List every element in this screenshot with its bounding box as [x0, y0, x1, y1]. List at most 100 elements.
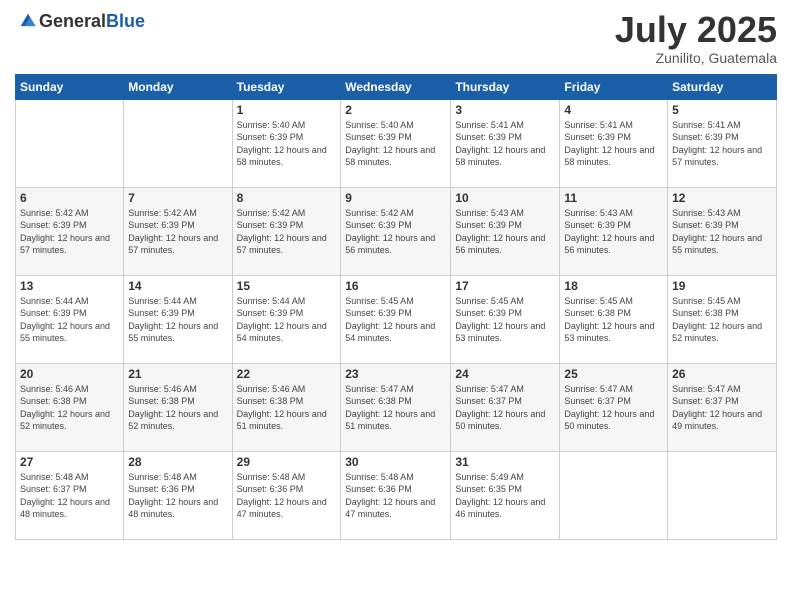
sunset-text: Sunset: 6:36 PM: [237, 483, 337, 496]
sunset-text: Sunset: 6:39 PM: [672, 219, 772, 232]
day-number: 23: [345, 367, 446, 381]
calendar-cell-w1-d5: 3 Sunrise: 5:41 AMSunset: 6:39 PMDaylight…: [451, 99, 560, 187]
sunrise-text: Sunrise: 5:45 AM: [455, 295, 555, 308]
day-info: Sunrise: 5:44 AMSunset: 6:39 PMDaylight:…: [237, 295, 337, 345]
calendar-cell-w3-d2: 14Sunrise: 5:44 AMSunset: 6:39 PMDayligh…: [124, 275, 232, 363]
sunset-text: Sunset: 6:39 PM: [455, 131, 555, 144]
day-info: Sunrise: 5:46 AMSunset: 6:38 PMDaylight:…: [20, 383, 119, 433]
day-info: Sunrise: 5:45 AMSunset: 6:38 PMDaylight:…: [672, 295, 772, 345]
daylight-text: Daylight: 12 hours and 58 minutes.: [345, 144, 446, 169]
sunrise-text: Sunrise: 5:46 AM: [128, 383, 227, 396]
col-monday: Monday: [124, 74, 232, 99]
day-number: 4: [564, 103, 663, 117]
day-number: 10: [455, 191, 555, 205]
calendar-cell-w5-d2: 28Sunrise: 5:48 AMSunset: 6:36 PMDayligh…: [124, 451, 232, 539]
calendar-cell-w2-d2: 7 Sunrise: 5:42 AMSunset: 6:39 PMDaylight…: [124, 187, 232, 275]
header: GeneralBlue July 2025 Zunilito, Guatemal…: [15, 10, 777, 66]
sunrise-text: Sunrise: 5:44 AM: [237, 295, 337, 308]
day-info: Sunrise: 5:43 AMSunset: 6:39 PMDaylight:…: [455, 207, 555, 257]
daylight-text: Daylight: 12 hours and 53 minutes.: [564, 320, 663, 345]
day-number: 26: [672, 367, 772, 381]
calendar-cell-w5-d1: 27Sunrise: 5:48 AMSunset: 6:37 PMDayligh…: [16, 451, 124, 539]
day-number: 7: [128, 191, 227, 205]
calendar-week-2: 6Sunrise: 5:42 AMSunset: 6:39 PMDaylight…: [16, 187, 777, 275]
daylight-text: Daylight: 12 hours and 58 minutes.: [237, 144, 337, 169]
calendar-cell-w4-d6: 25Sunrise: 5:47 AMSunset: 6:37 PMDayligh…: [560, 363, 668, 451]
calendar-cell-w4-d4: 23Sunrise: 5:47 AMSunset: 6:38 PMDayligh…: [341, 363, 451, 451]
day-info: Sunrise: 5:41 AMSunset: 6:39 PMDaylight:…: [455, 119, 555, 169]
sunset-text: Sunset: 6:37 PM: [672, 395, 772, 408]
col-thursday: Thursday: [451, 74, 560, 99]
day-info: Sunrise: 5:46 AMSunset: 6:38 PMDaylight:…: [128, 383, 227, 433]
daylight-text: Daylight: 12 hours and 46 minutes.: [455, 496, 555, 521]
sunrise-text: Sunrise: 5:49 AM: [455, 471, 555, 484]
calendar-cell-w4-d7: 26Sunrise: 5:47 AMSunset: 6:37 PMDayligh…: [668, 363, 777, 451]
daylight-text: Daylight: 12 hours and 47 minutes.: [345, 496, 446, 521]
sunrise-text: Sunrise: 5:48 AM: [237, 471, 337, 484]
sunset-text: Sunset: 6:39 PM: [128, 307, 227, 320]
sunrise-text: Sunrise: 5:48 AM: [128, 471, 227, 484]
daylight-text: Daylight: 12 hours and 54 minutes.: [345, 320, 446, 345]
sunrise-text: Sunrise: 5:46 AM: [237, 383, 337, 396]
calendar-cell-w3-d6: 18Sunrise: 5:45 AMSunset: 6:38 PMDayligh…: [560, 275, 668, 363]
calendar-cell-w2-d4: 9 Sunrise: 5:42 AMSunset: 6:39 PMDaylight…: [341, 187, 451, 275]
day-info: Sunrise: 5:42 AMSunset: 6:39 PMDaylight:…: [20, 207, 119, 257]
day-info: Sunrise: 5:42 AMSunset: 6:39 PMDaylight:…: [345, 207, 446, 257]
day-info: Sunrise: 5:44 AMSunset: 6:39 PMDaylight:…: [128, 295, 227, 345]
day-number: 6: [20, 191, 119, 205]
daylight-text: Daylight: 12 hours and 58 minutes.: [564, 144, 663, 169]
day-info: Sunrise: 5:45 AMSunset: 6:39 PMDaylight:…: [345, 295, 446, 345]
calendar-week-4: 20Sunrise: 5:46 AMSunset: 6:38 PMDayligh…: [16, 363, 777, 451]
sunrise-text: Sunrise: 5:45 AM: [672, 295, 772, 308]
calendar-cell-w5-d5: 31Sunrise: 5:49 AMSunset: 6:35 PMDayligh…: [451, 451, 560, 539]
day-number: 19: [672, 279, 772, 293]
month-title: July 2025: [615, 10, 777, 50]
calendar-cell-w4-d5: 24Sunrise: 5:47 AMSunset: 6:37 PMDayligh…: [451, 363, 560, 451]
calendar-cell-w3-d4: 16 Sunrise: 5:45 AMSunset: 6:39 PMDayligh…: [341, 275, 451, 363]
calendar-cell-w2-d3: 8Sunrise: 5:42 AMSunset: 6:39 PMDaylight…: [232, 187, 341, 275]
col-wednesday: Wednesday: [341, 74, 451, 99]
sunrise-text: Sunrise: 5:43 AM: [455, 207, 555, 220]
calendar-cell-w2-d7: 12Sunrise: 5:43 AMSunset: 6:39 PMDayligh…: [668, 187, 777, 275]
calendar-cell-w1-d1: [16, 99, 124, 187]
calendar-cell-w5-d4: 30Sunrise: 5:48 AMSunset: 6:36 PMDayligh…: [341, 451, 451, 539]
calendar-cell-w2-d5: 10 Sunrise: 5:43 AMSunset: 6:39 PMDayligh…: [451, 187, 560, 275]
day-number: 11: [564, 191, 663, 205]
logo: GeneralBlue: [15, 10, 145, 32]
sunset-text: Sunset: 6:38 PM: [237, 395, 337, 408]
sunset-text: Sunset: 6:39 PM: [672, 131, 772, 144]
sunset-text: Sunset: 6:39 PM: [455, 307, 555, 320]
calendar-cell-w5-d3: 29Sunrise: 5:48 AMSunset: 6:36 PMDayligh…: [232, 451, 341, 539]
sunrise-text: Sunrise: 5:47 AM: [672, 383, 772, 396]
calendar-cell-w3-d7: 19 Sunrise: 5:45 AMSunset: 6:38 PMDayligh…: [668, 275, 777, 363]
sunset-text: Sunset: 6:39 PM: [20, 219, 119, 232]
sunrise-text: Sunrise: 5:44 AM: [128, 295, 227, 308]
day-info: Sunrise: 5:41 AMSunset: 6:39 PMDaylight:…: [672, 119, 772, 169]
calendar-cell-w5-d6: [560, 451, 668, 539]
sunset-text: Sunset: 6:39 PM: [237, 131, 337, 144]
day-number: 3: [455, 103, 555, 117]
calendar-week-1: 1Sunrise: 5:40 AMSunset: 6:39 PMDaylight…: [16, 99, 777, 187]
day-number: 9: [345, 191, 446, 205]
sunset-text: Sunset: 6:39 PM: [455, 219, 555, 232]
day-number: 16: [345, 279, 446, 293]
daylight-text: Daylight: 12 hours and 55 minutes.: [672, 232, 772, 257]
sunrise-text: Sunrise: 5:40 AM: [237, 119, 337, 132]
calendar-cell-w3-d3: 15 Sunrise: 5:44 AMSunset: 6:39 PMDayligh…: [232, 275, 341, 363]
calendar-cell-w1-d4: 2Sunrise: 5:40 AMSunset: 6:39 PMDaylight…: [341, 99, 451, 187]
day-info: Sunrise: 5:46 AMSunset: 6:38 PMDaylight:…: [237, 383, 337, 433]
day-info: Sunrise: 5:43 AMSunset: 6:39 PMDaylight:…: [672, 207, 772, 257]
calendar-cell-w3-d5: 17Sunrise: 5:45 AMSunset: 6:39 PMDayligh…: [451, 275, 560, 363]
day-info: Sunrise: 5:42 AMSunset: 6:39 PMDaylight:…: [128, 207, 227, 257]
calendar-cell-w2-d1: 6 Sunrise: 5:42 AMSunset: 6:39 PMDaylight…: [16, 187, 124, 275]
daylight-text: Daylight: 12 hours and 56 minutes.: [564, 232, 663, 257]
sunset-text: Sunset: 6:39 PM: [237, 307, 337, 320]
calendar-cell-w4-d1: 20Sunrise: 5:46 AMSunset: 6:38 PMDayligh…: [16, 363, 124, 451]
calendar-header-row: Sunday Monday Tuesday Wednesday Thursday…: [16, 74, 777, 99]
sunrise-text: Sunrise: 5:42 AM: [345, 207, 446, 220]
day-info: Sunrise: 5:48 AMSunset: 6:36 PMDaylight:…: [237, 471, 337, 521]
day-number: 15: [237, 279, 337, 293]
title-area: July 2025 Zunilito, Guatemala: [615, 10, 777, 66]
sunrise-text: Sunrise: 5:47 AM: [455, 383, 555, 396]
sunset-text: Sunset: 6:39 PM: [564, 219, 663, 232]
